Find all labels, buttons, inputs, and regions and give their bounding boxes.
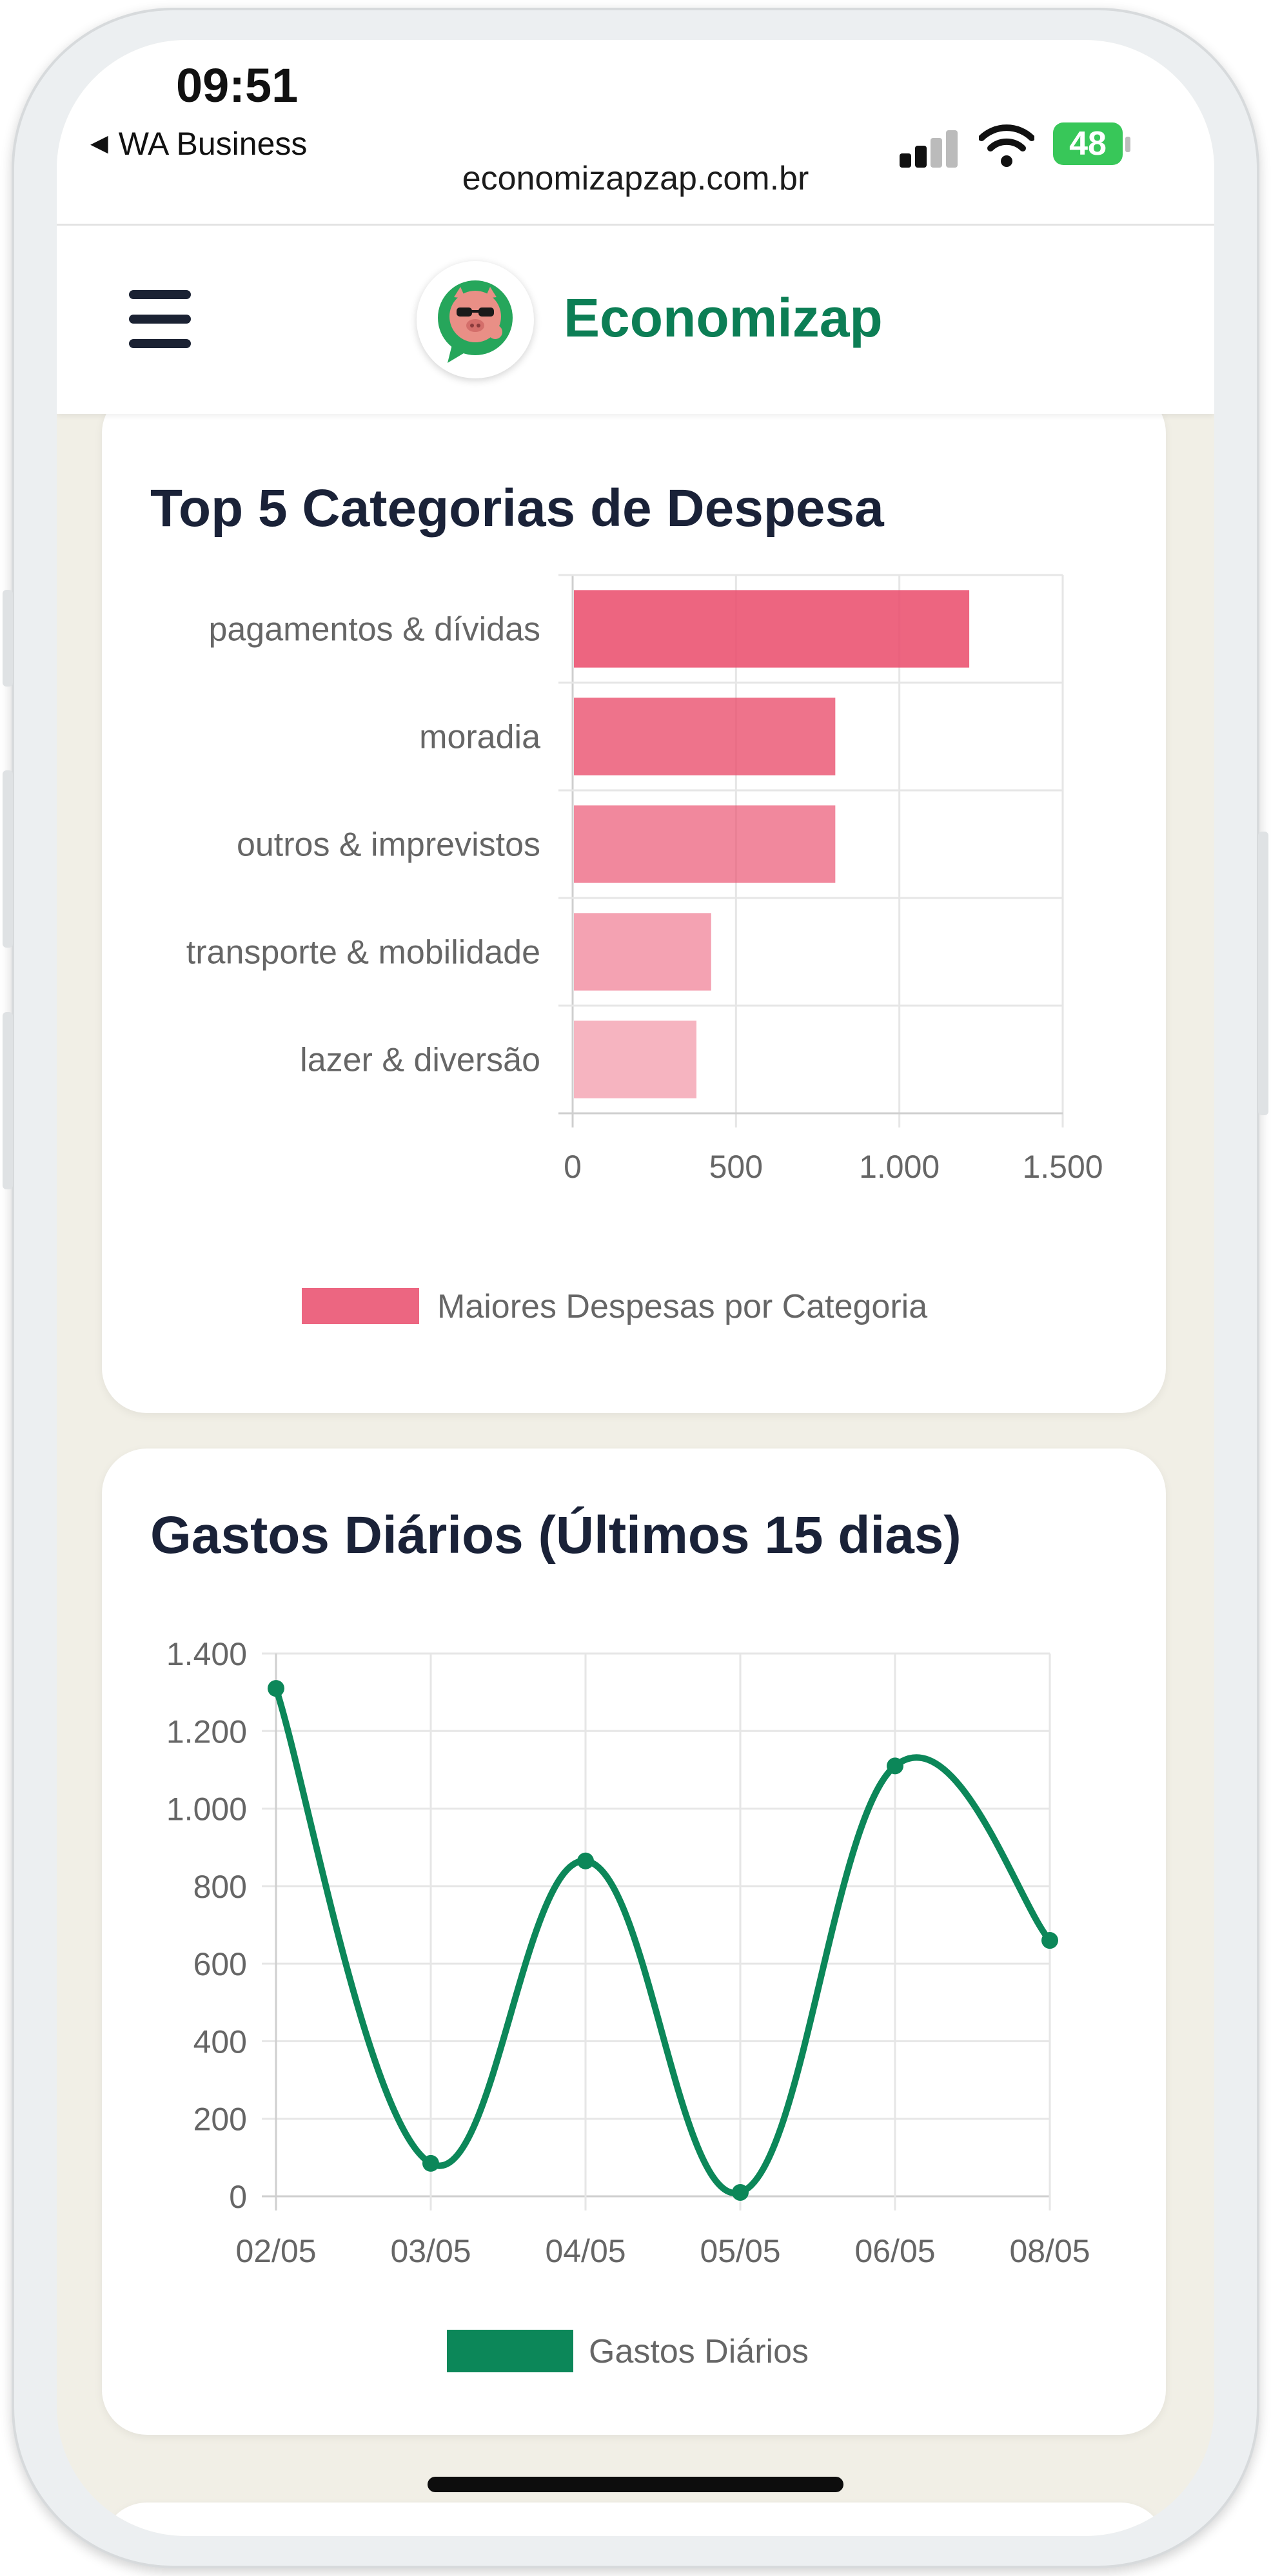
data-point [887, 1757, 903, 1775]
category-label: transporte & mobilidade [186, 934, 540, 971]
category-label: pagamentos & dívidas [208, 611, 540, 649]
category-label: lazer & diversão [300, 1042, 540, 1079]
x-tick-label: 1.000 [859, 1149, 940, 1185]
x-tick-label: 02/05 [235, 2233, 316, 2269]
y-tick-label: 800 [193, 1869, 247, 1905]
x-tick-label: 500 [709, 1149, 763, 1185]
y-tick-label: 600 [193, 1946, 247, 1982]
phone-volume-down [3, 1012, 13, 1189]
x-tick-label: 1.500 [1022, 1149, 1103, 1185]
next-card [102, 2503, 1166, 2536]
legend-label: Gastos Diários [589, 2333, 809, 2370]
data-point [1041, 1932, 1058, 1949]
app-header: Economizap [57, 226, 1214, 414]
series-line [273, 1687, 1052, 2197]
y-tick-label: 200 [193, 2102, 247, 2138]
top-categories-card: Top 5 Categorias de Despesa 0 500 1.000 1.5… [102, 388, 1166, 1413]
browser-url[interactable]: economizapzap.com.br [57, 159, 1214, 198]
hamburger-menu-icon[interactable] [129, 290, 191, 348]
data-point [732, 2183, 749, 2201]
phone-volume-up [3, 770, 13, 948]
category-label: outros & imprevistos [237, 826, 540, 864]
legend-swatch [447, 2330, 573, 2372]
data-point [268, 1680, 284, 1697]
x-tick-label: 03/05 [390, 2233, 471, 2269]
phone-silent-switch [3, 590, 13, 687]
bar [574, 698, 836, 776]
home-indicator[interactable] [428, 2477, 843, 2492]
browser-status-bar: 09:51 ◀ WA Business 48 economizapzap.com.… [57, 40, 1214, 226]
phone-screen: 09:51 ◀ WA Business 48 economizapzap.com.… [57, 40, 1214, 2536]
status-time: 09:51 [176, 59, 299, 112]
x-tick-label: 05/05 [700, 2233, 780, 2269]
data-point [577, 1852, 594, 1869]
back-arrow-icon: ◀ [90, 130, 108, 156]
x-tick-label: 04/05 [545, 2233, 626, 2269]
brand-name[interactable]: Economizap [564, 287, 883, 349]
daily-spending-line-chart: 0 200 400 600 800 1.000 1.200 1.400 02/05 03/05 04… [166, 1636, 1090, 2372]
bar [574, 913, 711, 991]
bar [574, 1020, 696, 1098]
data-point [422, 2154, 439, 2172]
y-tick-label: 1.400 [166, 1636, 247, 1672]
pig-with-sunglasses-logo-icon[interactable] [417, 261, 534, 378]
phone-power-button [1258, 832, 1268, 1115]
x-tick-label: 06/05 [854, 2233, 935, 2269]
category-label: moradia [419, 719, 540, 756]
back-to-app-link[interactable]: ◀ WA Business [90, 125, 307, 162]
legend-label: Maiores Despesas por Categoria [437, 1288, 927, 1325]
x-tick-label: 0 [564, 1149, 582, 1185]
legend-swatch [302, 1288, 419, 1324]
back-app-label: WA Business [118, 126, 308, 162]
x-tick-label: 08/05 [1009, 2233, 1090, 2269]
top-categories-bar-chart: 0 500 1.000 1.500 pagamentos & dívidas moradi… [186, 574, 1103, 1325]
y-tick-label: 1.200 [166, 1713, 247, 1750]
y-tick-label: 400 [193, 2024, 247, 2060]
bar [574, 590, 970, 668]
y-tick-label: 1.000 [166, 1791, 247, 1828]
y-tick-label: 0 [229, 2179, 247, 2215]
daily-spending-card: Gastos Diários (Últimos 15 dias) 0 200 400… [102, 1449, 1166, 2435]
bar [574, 805, 836, 883]
